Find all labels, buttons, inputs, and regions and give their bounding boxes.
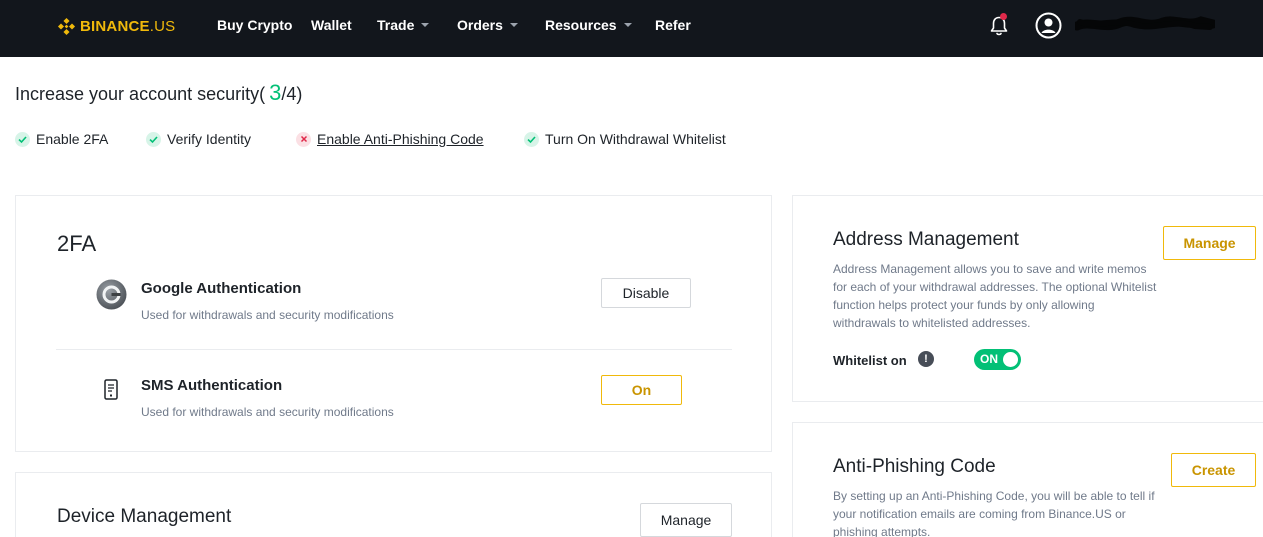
nav-refer[interactable]: Refer (655, 17, 691, 33)
top-navbar: BINANCE.US Buy Crypto Wallet Trade Order… (0, 0, 1263, 57)
user-icon[interactable] (1035, 12, 1062, 39)
nav-resources[interactable]: Resources (545, 17, 632, 33)
nav-orders[interactable]: Orders (457, 17, 518, 33)
check-verify-identity: Verify Identity (146, 131, 251, 147)
address-management-desc: Address Management allows you to save an… (833, 262, 1157, 330)
device-manage-button[interactable]: Manage (640, 503, 732, 537)
divider (56, 349, 732, 350)
whitelist-toggle[interactable]: ON (974, 349, 1021, 370)
check-withdrawal-whitelist: Turn On Withdrawal Whitelist (524, 131, 726, 147)
disable-google-auth-button[interactable]: Disable (601, 278, 691, 308)
brand-logo[interactable]: BINANCE.US (57, 16, 175, 36)
address-manage-button[interactable]: Manage (1163, 226, 1256, 260)
sms-auth-desc: Used for withdrawals and security modifi… (141, 405, 394, 419)
check-enable-2fa: Enable 2FA (15, 131, 108, 147)
nav-wallet[interactable]: Wallet (311, 17, 352, 33)
anti-phishing-desc: By setting up an Anti-Phishing Code, you… (833, 489, 1155, 537)
info-icon[interactable]: ! (918, 351, 934, 367)
device-management-card: Device Management Manage (15, 472, 772, 537)
twofa-title: 2FA (57, 231, 97, 256)
anti-phishing-create-button[interactable]: Create (1171, 453, 1256, 487)
brand-name: BINANCE.US (80, 17, 176, 35)
binance-logo-icon (57, 17, 76, 35)
chevron-down-icon (421, 23, 430, 27)
nav-buy-crypto[interactable]: Buy Crypto (217, 17, 292, 33)
device-management-title: Device Management (57, 506, 232, 527)
google-authenticator-icon (96, 279, 127, 310)
address-management-title: Address Management (833, 229, 1019, 250)
sms-on-button[interactable]: On (601, 375, 682, 405)
check-icon (524, 131, 539, 147)
nav-trade[interactable]: Trade (377, 17, 430, 33)
notification-dot (1000, 13, 1007, 20)
anti-phishing-card: Anti-Phishing Code Create By setting up … (792, 422, 1263, 537)
address-management-card: Address Management Manage Address Manage… (792, 195, 1263, 402)
check-icon (15, 131, 30, 147)
sms-phone-icon (104, 379, 118, 400)
check-anti-phishing-link[interactable]: Enable Anti-Phishing Code (296, 131, 484, 147)
redacted-username (1075, 16, 1215, 31)
toggle-knob (1003, 352, 1018, 367)
sms-auth-title: SMS Authentication (141, 377, 283, 394)
google-auth-desc: Used for withdrawals and security modifi… (141, 308, 394, 322)
security-progress-title: Increase your account security(3/4) (15, 80, 303, 105)
close-icon (296, 131, 311, 147)
google-auth-title: Google Authentication (141, 280, 302, 297)
security-count: 3 (269, 80, 282, 105)
chevron-down-icon (509, 23, 518, 27)
check-icon (146, 131, 161, 147)
anti-phishing-title: Anti-Phishing Code (833, 456, 996, 477)
whitelist-label: Whitelist on (833, 353, 907, 368)
twofa-card: 2FA Google Authentication Used for withd… (15, 195, 772, 452)
chevron-down-icon (623, 23, 632, 27)
